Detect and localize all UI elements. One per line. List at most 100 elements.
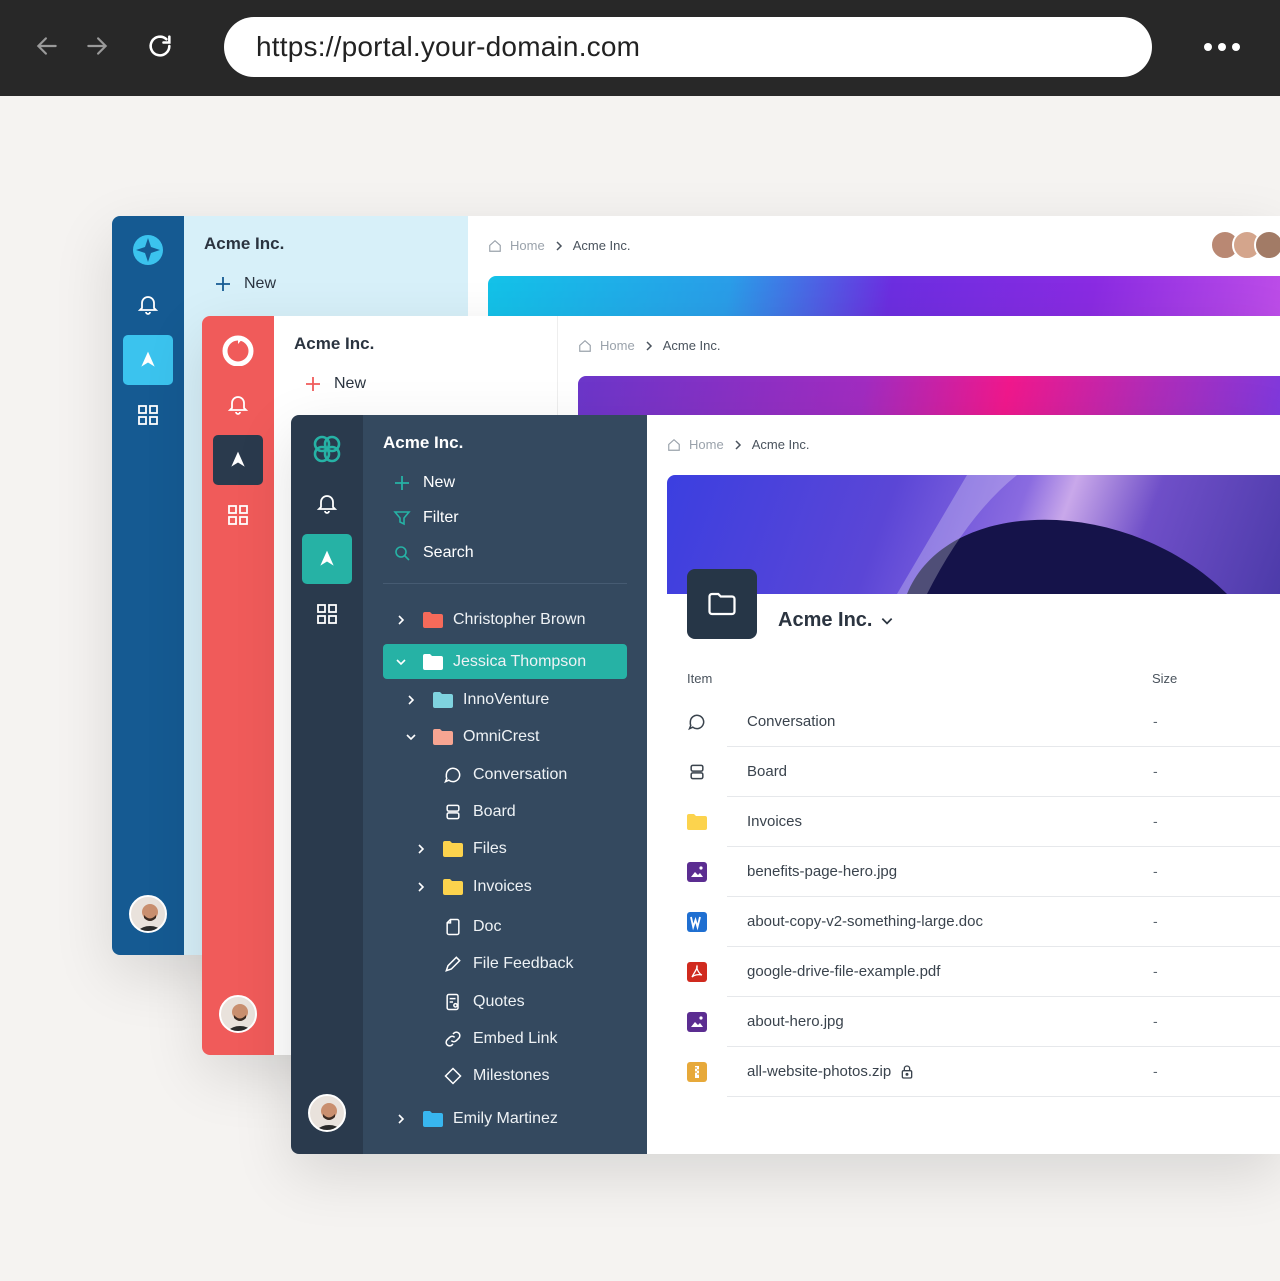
chevron-right-icon: [418, 882, 425, 892]
home-icon: [579, 339, 591, 352]
new-button[interactable]: New: [393, 471, 455, 495]
new-button[interactable]: New: [304, 372, 366, 396]
tree-item-innoventure[interactable]: InnoVenture: [403, 685, 549, 715]
word-file-icon: [687, 912, 707, 932]
tree-item-quotes[interactable]: Quotes: [443, 987, 525, 1017]
tree-item-label: Quotes: [473, 993, 525, 1010]
folder-tile: [687, 569, 757, 639]
apps-button[interactable]: [302, 589, 352, 639]
back-button[interactable]: [29, 28, 65, 64]
table-row[interactable]: Invoices -: [687, 797, 1280, 847]
tree-item-omnicrest[interactable]: OmniCrest: [403, 722, 539, 752]
filter-label: Filter: [423, 509, 459, 526]
tree-item-jessica-thompson[interactable]: Jessica Thompson: [383, 644, 627, 679]
tree-item-conversation[interactable]: Conversation: [443, 760, 567, 790]
chevron-down-icon: [406, 734, 416, 741]
table-row[interactable]: Conversation -: [687, 697, 1280, 747]
grid-icon: [138, 405, 158, 425]
tree-item-files[interactable]: Files: [413, 834, 507, 864]
notifications-button[interactable]: [302, 478, 352, 528]
org-name: Acme Inc.: [204, 234, 285, 253]
new-button[interactable]: New: [214, 272, 276, 296]
notifications-button[interactable]: [123, 279, 173, 329]
table-row[interactable]: Board -: [687, 747, 1280, 797]
avatar[interactable]: [219, 995, 257, 1033]
apps-button[interactable]: [123, 390, 173, 440]
tree-item-emily-martinez[interactable]: Emily Martinez: [393, 1104, 558, 1134]
tree-item-label: Invoices: [473, 878, 532, 895]
chat-icon: [444, 767, 461, 784]
filter-button[interactable]: Filter: [393, 506, 459, 530]
chevron-down-icon: [396, 658, 406, 665]
table-row[interactable]: about-copy-v2-something-large.doc -: [687, 897, 1280, 947]
apps-button[interactable]: [213, 490, 263, 540]
file-name: Board: [747, 763, 788, 780]
column-header-size[interactable]: Size: [1152, 671, 1177, 686]
app-rail: [202, 316, 274, 1055]
table-row[interactable]: about-hero.jpg -: [687, 997, 1280, 1047]
rocket-icon: [320, 550, 334, 566]
rocket-icon: [141, 351, 155, 367]
tree-item-file-feedback[interactable]: File Feedback: [443, 949, 574, 979]
more-menu-button[interactable]: [1204, 40, 1244, 54]
image-file-icon: [687, 862, 707, 882]
folder-icon: [443, 841, 463, 857]
avatar[interactable]: [308, 1094, 346, 1132]
breadcrumb: Home Acme Inc.: [667, 437, 809, 452]
forward-button[interactable]: [79, 28, 115, 64]
breadcrumb-home[interactable]: Home: [510, 238, 545, 253]
brand-logo-icon: [313, 435, 341, 463]
org-name: Acme Inc.: [383, 433, 464, 452]
breadcrumb-home[interactable]: Home: [600, 338, 635, 353]
breadcrumb: Home Acme Inc.: [578, 338, 720, 353]
file-name-locked: all-website-photos.zip: [747, 1063, 915, 1080]
table-row[interactable]: google-drive-file-example.pdf -: [687, 947, 1280, 997]
projects-button[interactable]: [302, 534, 352, 584]
tree-item-board[interactable]: Board: [443, 797, 516, 827]
brand-logo-icon: [133, 235, 163, 265]
tree-item-doc[interactable]: Doc: [443, 912, 501, 942]
file-name: benefits-page-hero.jpg: [747, 863, 898, 880]
column-header-item[interactable]: Item: [687, 671, 712, 686]
folder-title-dropdown[interactable]: Acme Inc.: [778, 609, 894, 632]
table-row[interactable]: benefits-page-hero.jpg -: [687, 847, 1280, 897]
arrow-right-icon: [87, 37, 108, 55]
tree-item-milestones[interactable]: Milestones: [443, 1061, 549, 1091]
browser-toolbar: https://portal.your-domain.com: [0, 0, 1280, 96]
folder-icon: [433, 692, 453, 708]
quotes-icon: [446, 993, 459, 1011]
chevron-right-icon: [646, 340, 652, 351]
breadcrumb: Home Acme Inc.: [488, 238, 630, 253]
divider: [383, 583, 627, 584]
tree-item-christopher-brown[interactable]: Christopher Brown: [393, 605, 586, 635]
brand-logo-icon: [222, 335, 254, 366]
board-icon: [446, 804, 460, 820]
address-bar[interactable]: https://portal.your-domain.com: [224, 17, 1152, 77]
dot-icon: [1232, 43, 1240, 51]
tree-item-label: Conversation: [473, 766, 568, 783]
home-icon: [489, 239, 501, 252]
member-avatars[interactable]: [1210, 230, 1280, 260]
tree-item-label: Milestones: [473, 1067, 550, 1084]
tree-item-label: Jessica Thompson: [453, 652, 587, 670]
tree-item-label: Files: [473, 840, 507, 857]
lock-icon: [901, 1064, 913, 1079]
file-name: about-copy-v2-something-large.doc: [747, 913, 983, 930]
arrow-left-icon: [36, 37, 57, 55]
search-button[interactable]: Search: [393, 541, 474, 565]
notifications-button[interactable]: [213, 379, 263, 429]
projects-button[interactable]: [213, 435, 263, 485]
tree-item-label: OmniCrest: [463, 728, 540, 745]
projects-button[interactable]: [123, 335, 173, 385]
file-size: -: [1153, 963, 1158, 979]
table-row[interactable]: all-website-photos.zip -: [687, 1047, 1280, 1097]
reload-button[interactable]: [142, 28, 178, 64]
avatar[interactable]: [129, 895, 167, 933]
tree-item-label: InnoVenture: [463, 691, 550, 708]
reload-icon: [149, 35, 171, 57]
tree-item-invoices[interactable]: Invoices: [413, 872, 532, 902]
filter-icon: [393, 511, 411, 526]
tree-item-embed-link[interactable]: Embed Link: [443, 1024, 558, 1054]
file-name: about-hero.jpg: [747, 1013, 844, 1030]
breadcrumb-home[interactable]: Home: [689, 437, 724, 452]
